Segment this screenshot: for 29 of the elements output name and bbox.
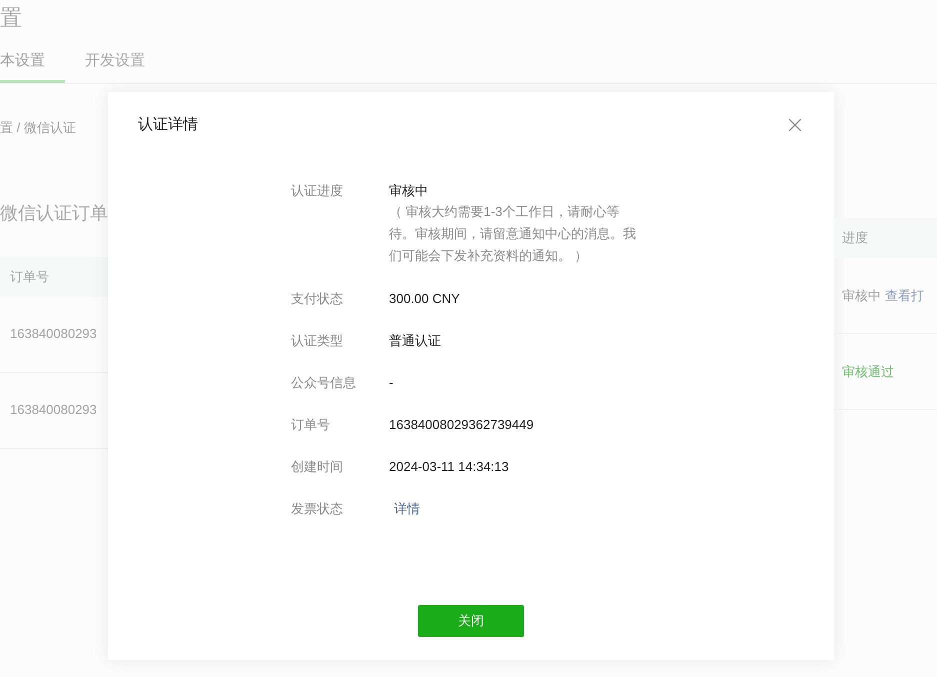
column-header: 进度 xyxy=(842,229,868,248)
page-title: 置 xyxy=(0,4,22,32)
field-value: 普通认证 xyxy=(389,332,441,350)
dialog-title: 认证详情 xyxy=(138,115,198,135)
tab[interactable]: 开发设置 xyxy=(85,50,145,83)
breadcrumb: 置 / 微信认证 xyxy=(0,119,77,137)
field-label: 订单号 xyxy=(291,416,331,434)
field-label: 创建时间 xyxy=(291,458,344,476)
field-value: 300.00 CNY xyxy=(389,290,460,308)
field-label: 发票状态 xyxy=(291,500,344,518)
tab[interactable]: 本设置 xyxy=(0,50,65,83)
table-cell-text: 163840080293 xyxy=(10,325,97,344)
field-value: 16384008029362739449 xyxy=(389,416,534,434)
status-text: 审核通过 xyxy=(842,362,894,381)
status-text: 审核中 xyxy=(842,286,881,305)
field-value: 审核中 xyxy=(389,182,429,200)
field-label: 公众号信息 xyxy=(291,374,357,392)
field-label: 支付状态 xyxy=(291,290,344,308)
close-button[interactable]: 关闭 xyxy=(418,605,524,637)
field-label: 认证进度 xyxy=(291,182,344,200)
details-link[interactable]: 详情 xyxy=(394,498,420,518)
field-value: 2024-03-11 14:34:13 xyxy=(389,458,509,476)
table-cell-text: 163840080293 xyxy=(10,401,97,420)
field-label: 认证类型 xyxy=(291,332,344,350)
review-note: （ 审核大约需要1-3个工作日，请耐心等待。审核期间，请留意通知中心的消息。我们可能会下发补充资料的通知。 ） xyxy=(389,202,637,264)
column-header: 订单号 xyxy=(10,268,49,286)
view-link[interactable]: 查看打 xyxy=(885,286,924,306)
field-value: - xyxy=(389,374,394,392)
section-title: 微信认证订单 xyxy=(0,202,108,224)
